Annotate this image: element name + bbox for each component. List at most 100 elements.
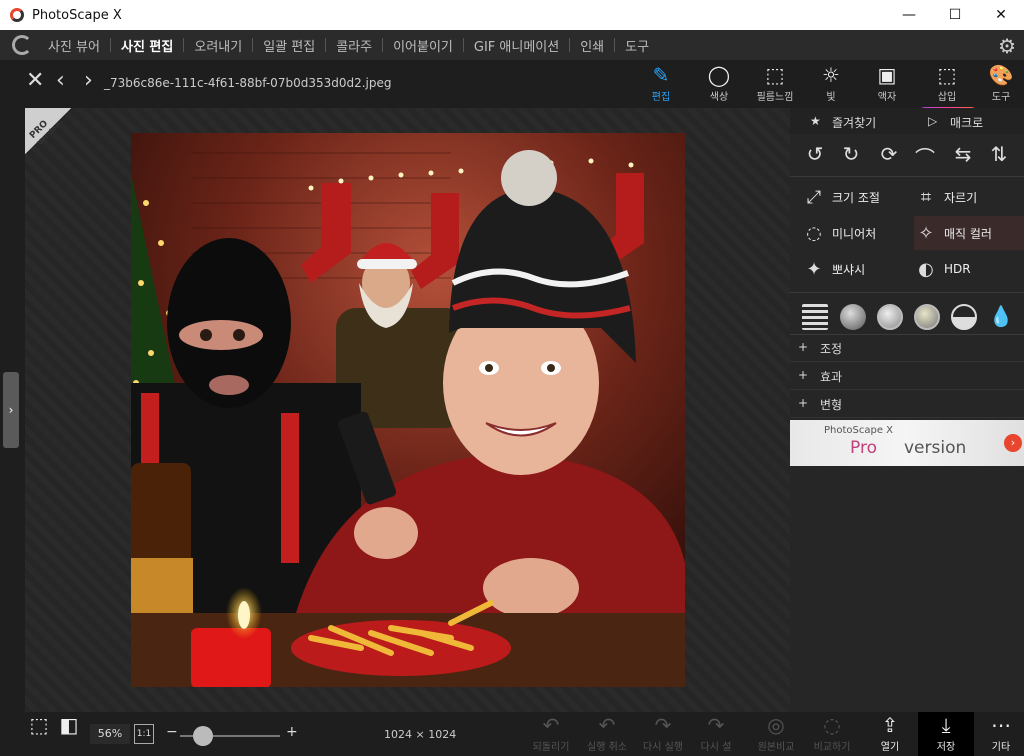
redo-icon: ↷ — [654, 713, 672, 737]
upload-icon: ⇪ — [881, 713, 899, 737]
photoscape-logo-icon[interactable] — [12, 35, 32, 55]
menu-gif-animation[interactable]: GIF 애니메이션 — [464, 36, 569, 55]
light-icon: ☼ — [822, 63, 840, 87]
flip-horizontal-icon[interactable]: ⇆ — [950, 142, 976, 168]
play-icon: ▷ — [928, 114, 938, 128]
resize-button[interactable]: ⤢ 크기 조절 — [802, 180, 912, 214]
miniature-button[interactable]: ◌ 미니어처 — [802, 216, 912, 250]
crop-icon: ⌗ — [920, 186, 932, 208]
filter-preset-2[interactable] — [877, 304, 903, 330]
star-icon: ★ — [810, 114, 821, 128]
compare-original-icon: ◎ — [767, 713, 785, 737]
rotate-right-icon[interactable]: ↻ — [838, 142, 864, 168]
menu-photo-edit[interactable]: 사진 편집 — [111, 36, 183, 55]
drop-icon[interactable]: 💧 — [988, 304, 1014, 330]
previous-icon[interactable]: ‹ — [56, 70, 65, 92]
expand-sidebar-button[interactable]: › — [3, 372, 19, 448]
tab-film[interactable]: ⬚ 필름느낌 — [750, 62, 800, 106]
macro-button[interactable]: 매크로 — [950, 114, 983, 131]
tab-edit[interactable]: ✎ 편집 — [636, 62, 686, 106]
main-menu: 사진 뷰어 사진 편집 오려내기 일괄 편집 콜라주 이어붙이기 GIF 애니메… — [0, 30, 1024, 60]
redo-all-button[interactable]: ↷ 다시 설 — [694, 712, 738, 756]
save-button[interactable]: ⤓ 저장 — [918, 712, 974, 756]
plus-icon: + — [798, 396, 809, 410]
compare-panel-icon[interactable]: ◧ — [58, 712, 80, 756]
more-button[interactable]: ⋯ 기타 — [978, 712, 1024, 756]
actual-size-button[interactable]: 1:1 — [134, 724, 154, 744]
original-compare-button[interactable]: ◎ 원본비교 — [748, 712, 804, 756]
edit-toolbar: ✕ ‹ › _73b6c86e-111c-4f61-88bf-07b0d353d… — [0, 60, 1024, 177]
maximize-button[interactable]: ☐ — [932, 0, 978, 30]
favorites-row: ★ 즐겨찾기 ▷ 매크로 — [790, 108, 1024, 134]
tab-light[interactable]: ☼ 빛 — [806, 62, 856, 106]
pro-version-banner[interactable]: PhotoScape X Pro version › — [790, 420, 1024, 466]
next-icon[interactable]: › — [84, 70, 93, 92]
magic-color-button[interactable]: ✧ 매직 컬러 — [914, 216, 1024, 250]
accordion-transform[interactable]: + 변형 — [790, 390, 1024, 418]
menu-photo-viewer[interactable]: 사진 뷰어 — [38, 36, 110, 55]
title-bar: PhotoScape X — ☐ ✕ — [0, 0, 1024, 30]
crop-button[interactable]: ⌗ 자르기 — [914, 180, 1024, 214]
zoom-slider-knob[interactable] — [193, 726, 213, 746]
favorites-button[interactable]: 즐겨찾기 — [832, 114, 876, 131]
edit-panel: ★ 즐겨찾기 ▷ 매크로 ↺ ↻ ⟳ ⌒ ⇆ ⇅ ⤢ 크기 조절 ⌗ 자르기 ◌ 미니… — [790, 108, 1024, 712]
color-icon: ◯ — [707, 63, 731, 87]
redo-all-icon: ↷ — [707, 713, 725, 737]
menu-cut-out[interactable]: 오려내기 — [184, 36, 252, 55]
plus-icon: + — [798, 340, 809, 354]
filter-preset-4[interactable] — [951, 304, 977, 330]
zoom-level[interactable]: 56% — [90, 724, 130, 744]
straighten-icon[interactable]: ⌒ — [912, 142, 938, 170]
miniature-icon: ◌ — [806, 222, 822, 244]
tools-icon: 🎨 — [988, 63, 1014, 87]
transform-row: ↺ ↻ ⟳ ⌒ ⇆ ⇅ — [790, 138, 1024, 172]
zoom-in-button[interactable]: + — [286, 724, 298, 740]
tab-frame[interactable]: ▣ 액자 — [862, 62, 912, 106]
undo-button[interactable]: ↶ 실행 취소 — [582, 712, 632, 756]
file-name: _73b6c86e-111c-4f61-88bf-07b0d353d0d2.jp… — [104, 76, 392, 90]
close-icon[interactable]: ✕ — [26, 70, 44, 92]
edited-photo — [131, 133, 685, 687]
photo-image — [131, 133, 685, 687]
menu-batch-edit[interactable]: 일괄 편집 — [253, 36, 325, 55]
revert-button[interactable]: ↶ 되돌리기 — [526, 712, 576, 756]
settings-gear-icon[interactable]: ⚙ — [998, 34, 1016, 58]
hdr-icon: ◐ — [918, 258, 934, 280]
selection-icon[interactable]: ⬚ — [28, 712, 50, 756]
sparkle-icon: ✦ — [806, 258, 822, 280]
compare-button[interactable]: ◌ 비교하기 — [804, 712, 860, 756]
menu-combine[interactable]: 이어붙이기 — [383, 36, 463, 55]
accordion-effects[interactable]: + 효과 — [790, 362, 1024, 390]
undo-icon: ↶ — [598, 713, 616, 737]
film-icon: ⬚ — [765, 63, 785, 87]
redo-button[interactable]: ↷ 다시 실행 — [638, 712, 688, 756]
more-icon: ⋯ — [991, 713, 1011, 737]
accordion-adjust[interactable]: + 조정 — [790, 334, 1024, 362]
close-window-button[interactable]: ✕ — [978, 0, 1024, 30]
menu-print[interactable]: 인쇄 — [570, 36, 614, 55]
magic-wand-icon: ✧ — [918, 222, 934, 244]
rotate-left-icon[interactable]: ↺ — [802, 142, 828, 168]
pro-version-badge: PRO Version — [25, 108, 71, 154]
tab-insert[interactable]: ⬚ 삽입 — [922, 62, 972, 106]
arrow-right-icon[interactable]: › — [1004, 434, 1022, 452]
insert-icon: ⬚ — [937, 63, 957, 87]
open-button[interactable]: ⇪ 열기 — [866, 712, 914, 756]
edit-icon: ✎ — [652, 63, 670, 87]
filter-preset-3[interactable] — [914, 304, 940, 330]
hdr-button[interactable]: ◐ HDR — [914, 252, 1024, 286]
minimize-button[interactable]: — — [886, 0, 932, 30]
tab-color[interactable]: ◯ 색상 — [694, 62, 744, 106]
filter-preset-1[interactable] — [840, 304, 866, 330]
filter-list-icon[interactable] — [802, 304, 828, 330]
menu-collage[interactable]: 콜라주 — [326, 36, 382, 55]
flip-vertical-icon[interactable]: ⇅ — [986, 142, 1012, 168]
app-logo-icon — [10, 8, 24, 22]
free-rotate-icon[interactable]: ⟳ — [876, 142, 902, 168]
tab-tools[interactable]: 🎨 도구 — [978, 62, 1024, 106]
bloom-button[interactable]: ✦ 뽀샤시 — [802, 252, 912, 286]
bottom-bar: ⬚ ◧ 56% 1:1 − + 1024 × 1024 ↶ 되돌리기 ↶ 실행 취소… — [0, 712, 1024, 756]
compare-icon: ◌ — [823, 713, 841, 737]
menu-tools[interactable]: 도구 — [615, 36, 659, 55]
zoom-out-button[interactable]: − — [166, 724, 178, 740]
